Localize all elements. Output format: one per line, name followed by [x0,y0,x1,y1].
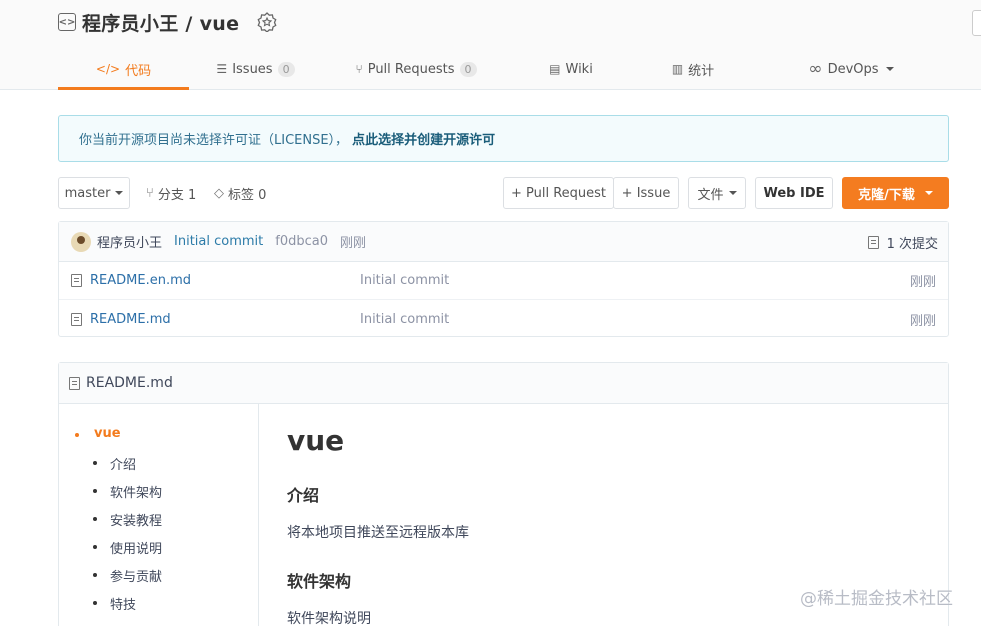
chevron-down-icon [885,67,894,71]
tags-link[interactable]: ◇ 标签 0 [214,177,266,209]
file-commit-message[interactable]: Initial commit [360,312,449,327]
new-pull-request-button[interactable]: + Pull Request [503,177,614,209]
clone-download-button[interactable]: 克隆/下载 [842,177,949,209]
repo-name[interactable]: 程序员小王 / vue [82,9,239,36]
pull-request-icon: ⑂ [355,62,363,76]
readme-heading-intro: 介绍 [287,486,320,505]
file-icon [71,312,82,326]
repo-toolbar: master ⑂ 分支 1 ◇ 标签 0 + Pull Request + Is… [58,177,949,209]
infinity-icon: ∞ [808,59,823,79]
tab-wiki-label: Wiki [565,61,593,77]
chevron-down-icon [924,191,933,195]
new-issue-button[interactable]: + Issue [613,177,679,209]
clone-download-label: 克隆/下载 [858,187,915,203]
readme-header: README.md [59,363,948,404]
tab-issues-label: Issues [232,61,273,77]
issues-count: 0 [277,61,295,77]
commit-count-link[interactable]: 1 次提交 [867,222,938,262]
toc-item[interactable]: 特技 [92,594,136,613]
readme-toc: vue 介绍 软件架构 安装教程 使用说明 参与贡献 特技 [59,404,259,626]
branch-select[interactable]: master [58,177,130,209]
corner-button[interactable] [972,10,981,36]
commit-author[interactable]: 程序员小王 [97,232,162,251]
chevron-down-icon [728,191,737,195]
file-menu-button[interactable]: 文件 [688,177,746,209]
toc-item[interactable]: 参与贡献 [92,566,162,585]
readme-intro-text: 将本地项目推送至远程版本库 [287,525,469,541]
latest-commit-row: 程序员小王 Initial commit f0dbca0 刚刚 1 次提交 [59,222,948,262]
wiki-icon: ▤ [549,62,561,76]
repo-title-bar: <> 程序员小王 / vue [58,8,277,36]
repo-icon: <> [58,13,76,31]
file-time: 刚刚 [909,313,936,329]
license-notice-text: 你当前开源项目尚未选择许可证（LICENSE）， [79,133,349,148]
chevron-down-icon [115,191,124,195]
commit-time: 刚刚 [340,236,367,251]
tag-icon: ◇ [214,185,224,201]
readme-architecture-text: 软件架构说明 [287,611,371,626]
branches-link[interactable]: ⑂ 分支 1 [146,177,196,209]
file-commit-message[interactable]: Initial commit [360,273,449,288]
issues-icon: ☰ [216,62,228,76]
tab-issues[interactable]: ☰ Issues 0 [189,48,322,90]
toc-item[interactable]: vue [75,426,121,441]
watermark: @稀土掘金技术社区 [800,589,953,609]
file-list: 程序员小王 Initial commit f0dbca0 刚刚 1 次提交 RE… [58,221,949,337]
web-ide-button[interactable]: Web IDE [755,177,833,209]
tab-pull-requests-label: Pull Requests [367,61,455,77]
toc-item[interactable]: 使用说明 [92,538,162,557]
repo-tabs: </> 代码 ☰ Issues 0 ⑂ Pull Requests 0 ▤ Wi… [58,48,948,90]
repo-header: <> 程序员小王 / vue </> 代码 ☰ Issues 0 ⑂ Pull … [0,0,981,90]
toc-item[interactable]: 介绍 [92,454,136,473]
tab-code[interactable]: </> 代码 [58,48,189,90]
pull-requests-count: 0 [459,61,477,77]
branch-select-label: master [64,185,111,201]
branches-count: 分支 1 [157,187,197,203]
avatar[interactable] [71,231,91,252]
tab-devops[interactable]: ∞ DevOps [754,48,948,90]
create-license-link[interactable]: 点此选择并创建开源许可 [352,129,495,148]
file-icon [71,274,82,287]
tab-devops-label: DevOps [827,61,879,77]
code-icon: </> [95,62,121,76]
tab-wiki[interactable]: ▤ Wiki [510,48,632,90]
commit-count: 1 次提交 [886,236,938,252]
file-row: README.en.md Initial commit 刚刚 [59,262,948,300]
award-badge-icon[interactable] [257,12,277,32]
file-time: 刚刚 [909,275,936,290]
tab-stats-label: 统计 [688,63,715,79]
commits-icon [867,235,879,249]
tab-code-label: 代码 [125,63,152,79]
license-notice: 你当前开源项目尚未选择许可证（LICENSE）， 点此选择并创建开源许可 [58,115,949,162]
readme-heading-architecture: 软件架构 [287,572,352,591]
file-icon [69,376,80,390]
toc-item[interactable]: 软件架构 [92,482,162,501]
file-name-link[interactable]: README.en.md [90,273,360,288]
toc-item[interactable]: 安装教程 [92,510,162,529]
commit-message[interactable]: Initial commit [174,234,263,249]
file-row: README.md Initial commit 刚刚 [59,300,948,338]
file-name-link[interactable]: README.md [90,312,360,327]
readme-filename: README.md [86,375,173,391]
commit-hash[interactable]: f0dbca0 [275,234,328,249]
readme-title: vue [287,424,345,457]
tags-count: 标签 0 [228,187,267,203]
tab-stats[interactable]: ▥ 统计 [632,48,754,90]
file-menu-label: 文件 [697,187,724,203]
branch-icon: ⑂ [146,185,154,201]
tab-pull-requests[interactable]: ⑂ Pull Requests 0 [322,48,510,90]
chart-icon: ▥ [671,62,684,76]
